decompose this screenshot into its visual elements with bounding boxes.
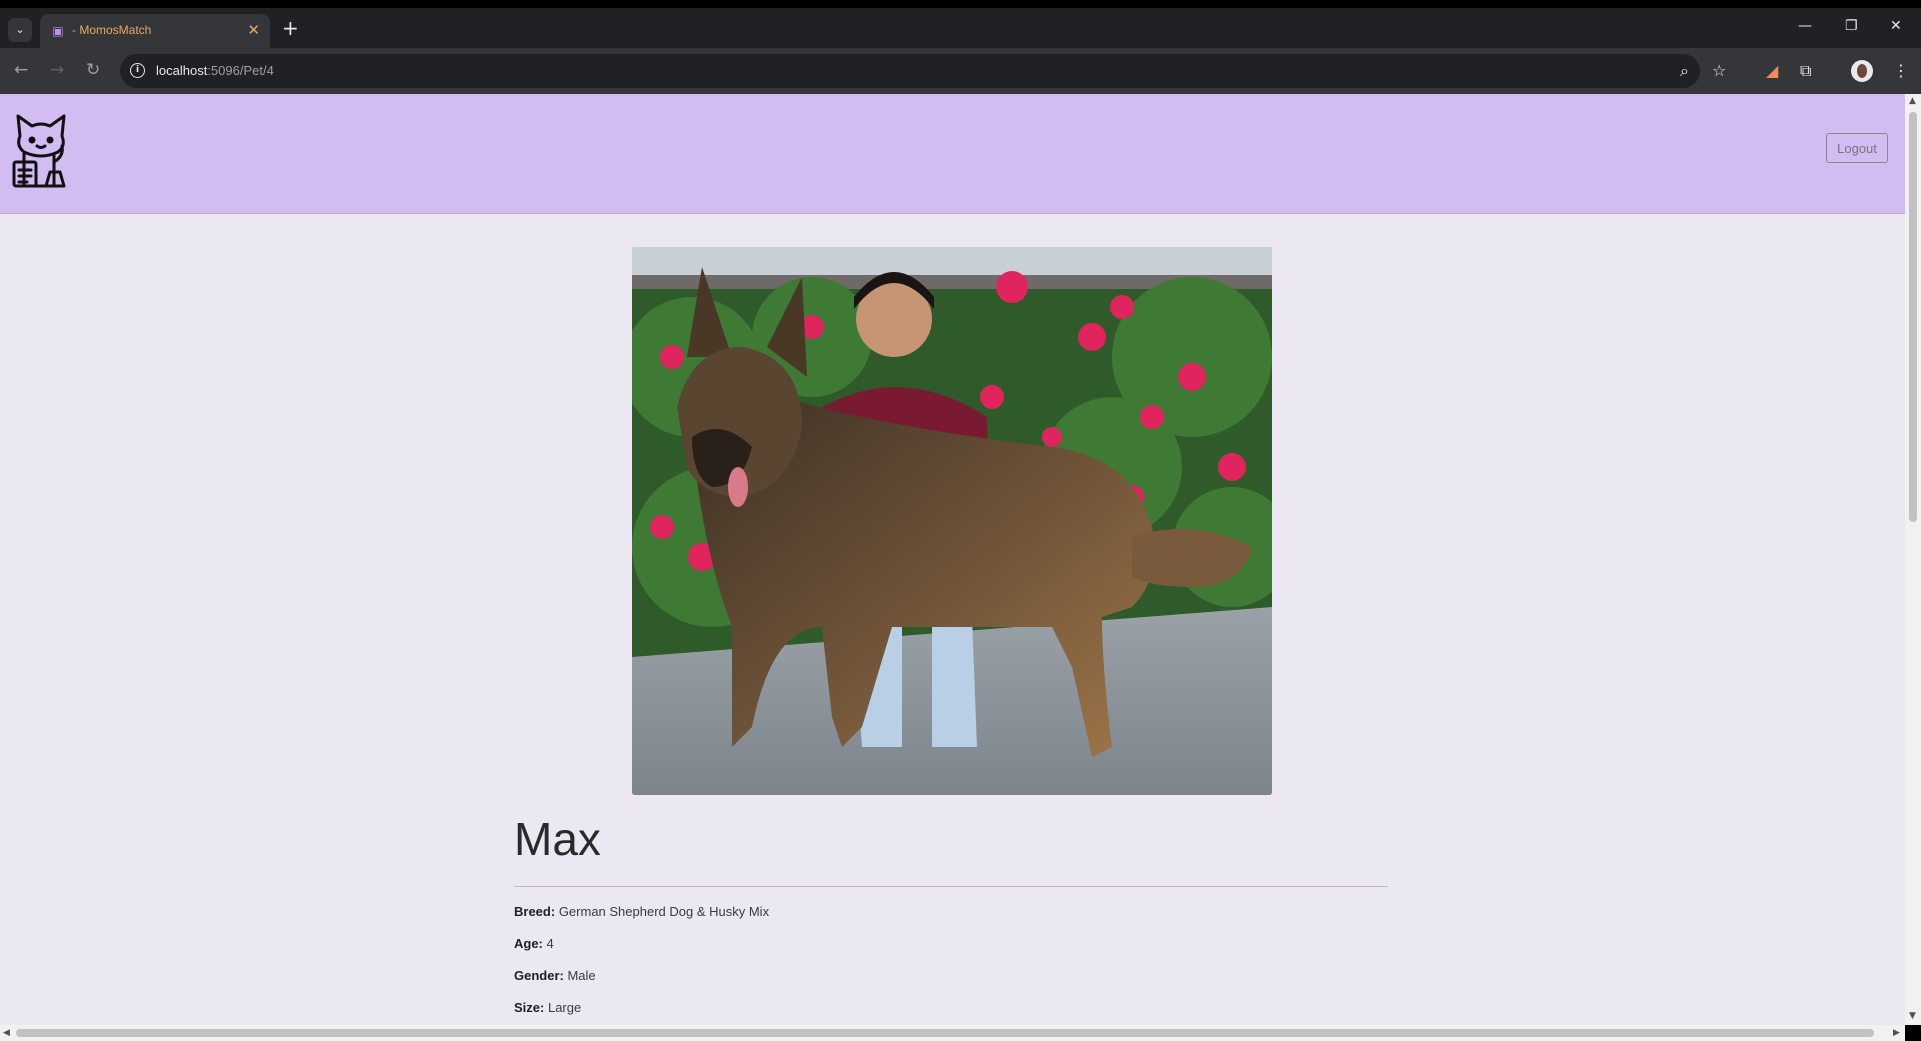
pet-age: Age: 4 bbox=[514, 936, 554, 951]
puzzle-icon[interactable]: ⧉ bbox=[1800, 61, 1811, 81]
scroll-left-icon[interactable]: ◀ bbox=[3, 1028, 10, 1038]
browser-tab[interactable]: ▣ - MomosMatch ✕ bbox=[40, 14, 270, 48]
site-header: Logout bbox=[0, 94, 1905, 214]
extension-icon[interactable]: ◢ bbox=[1766, 61, 1778, 80]
new-tab-icon[interactable]: + bbox=[282, 18, 299, 38]
scroll-right-icon[interactable]: ▶ bbox=[1893, 1028, 1900, 1038]
zoom-icon[interactable]: ⌕ bbox=[1680, 61, 1689, 81]
vertical-scroll-thumb[interactable] bbox=[1909, 112, 1917, 522]
pet-breed: Breed: German Shepherd Dog & Husky Mix bbox=[514, 904, 770, 919]
url-text[interactable]: localhost:5096/Pet/4 bbox=[156, 63, 274, 78]
bookmark-star-icon[interactable]: ☆ bbox=[1712, 61, 1726, 80]
logout-button[interactable]: Logout bbox=[1826, 133, 1888, 163]
reload-icon[interactable]: ↻ bbox=[86, 60, 100, 80]
address-bar[interactable]: i localhost:5096/Pet/4 ⌕ ☆ bbox=[120, 54, 1726, 88]
pet-photo bbox=[632, 247, 1272, 795]
pet-size: Size: Large bbox=[514, 1000, 582, 1015]
site-info-icon[interactable]: i bbox=[130, 63, 145, 78]
tab-list-icon[interactable]: ⌄ bbox=[8, 18, 32, 42]
favicon-icon: ▣ bbox=[52, 24, 64, 38]
scroll-up-icon[interactable]: ▲ bbox=[1909, 96, 1916, 106]
scroll-down-icon[interactable]: ▼ bbox=[1909, 1011, 1916, 1021]
browser-toolbar: ← → ↻ i localhost:5096/Pet/4 ⌕ ☆ ◢ ⧉ ⋮ bbox=[0, 48, 1921, 94]
pet-gender: Gender: Male bbox=[514, 968, 596, 983]
cat-logo-icon[interactable] bbox=[10, 106, 72, 190]
window-close-icon[interactable]: ✕ bbox=[1890, 18, 1902, 34]
tab-strip: ⌄ ▣ - MomosMatch ✕ + — ❐ ✕ bbox=[0, 8, 1921, 48]
restore-icon[interactable]: ❐ bbox=[1845, 18, 1858, 34]
forward-icon[interactable]: → bbox=[50, 60, 64, 80]
page-viewport: Logout Max Breed: German Shepherd Dog & … bbox=[0, 94, 1905, 1025]
horizontal-scrollbar[interactable]: ◀ ▶ bbox=[0, 1025, 1905, 1041]
more-menu-icon[interactable]: ⋮ bbox=[1893, 61, 1909, 80]
tab-title: - MomosMatch bbox=[72, 23, 152, 37]
minimize-icon[interactable]: — bbox=[1798, 18, 1812, 34]
divider bbox=[514, 886, 1388, 887]
horizontal-scroll-thumb[interactable] bbox=[16, 1029, 1874, 1037]
profile-avatar-icon[interactable] bbox=[1851, 60, 1873, 82]
vertical-scrollbar[interactable]: ▲ ▼ bbox=[1905, 94, 1921, 1025]
pet-name: Max bbox=[514, 813, 601, 865]
close-icon[interactable]: ✕ bbox=[247, 21, 260, 39]
back-icon[interactable]: ← bbox=[14, 60, 28, 80]
